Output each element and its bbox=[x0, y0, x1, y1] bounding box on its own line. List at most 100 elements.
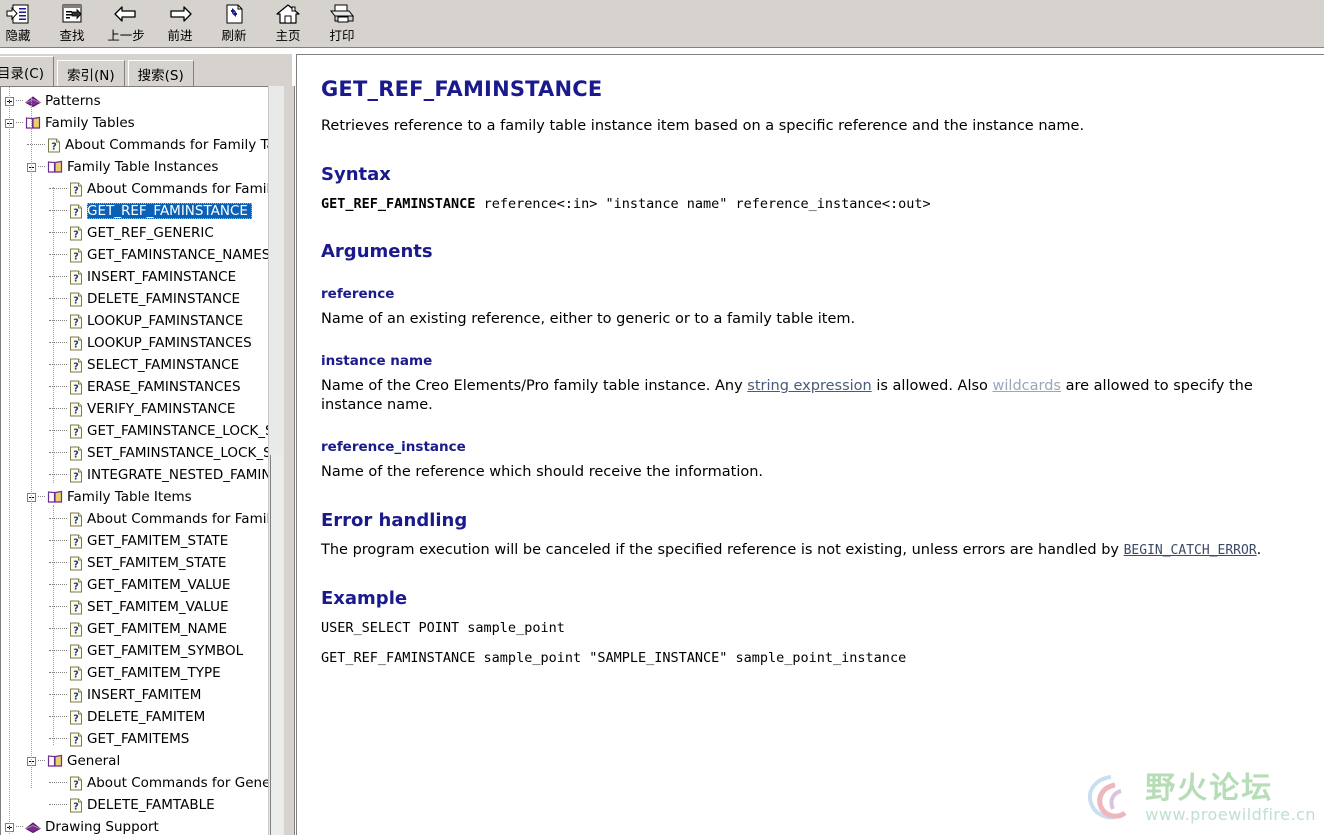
toolbar-label-find: 查找 bbox=[59, 28, 85, 43]
link-string-expression[interactable]: string expression bbox=[747, 378, 871, 394]
tree-item[interactable]: ? DELETE_FAMINSTANCE bbox=[1, 288, 268, 310]
tree-connector bbox=[49, 320, 67, 322]
topic-page-icon: ? bbox=[69, 424, 83, 439]
tree-item[interactable]: General bbox=[1, 750, 268, 772]
contents-tree[interactable]: Patterns Family Tables? About Commands for… bbox=[1, 87, 268, 835]
tree-item[interactable]: ? GET_FAMINSTANCE_LOCK_ST bbox=[1, 420, 268, 442]
toolbar-button-hide[interactable]: 隐藏 bbox=[0, 0, 45, 46]
argument-name-reference: reference bbox=[321, 286, 395, 302]
svg-text:?: ? bbox=[73, 779, 79, 790]
tree-item[interactable]: ? About Commands for Family bbox=[1, 178, 268, 200]
tree-item[interactable]: Drawing Support bbox=[1, 816, 268, 835]
topic-page-icon: ? bbox=[69, 226, 83, 241]
tree-connector bbox=[49, 562, 67, 564]
svg-text:?: ? bbox=[73, 229, 79, 240]
toolbar-button-print[interactable]: 打印 bbox=[315, 0, 369, 46]
tree-item[interactable]: ? GET_FAMITEM_STATE bbox=[1, 530, 268, 552]
tree-item[interactable]: ? About Commands for Genera bbox=[1, 772, 268, 794]
svg-text:?: ? bbox=[73, 361, 79, 372]
topic-page-icon: ? bbox=[69, 644, 83, 659]
home-icon bbox=[275, 2, 301, 26]
topic-page-icon: ? bbox=[47, 138, 61, 153]
svg-text:?: ? bbox=[73, 735, 79, 746]
tree-item[interactable]: ? GET_FAMINSTANCE_NAMES bbox=[1, 244, 268, 266]
tree-connector bbox=[49, 430, 67, 432]
tab-index[interactable]: 索引(N) bbox=[56, 60, 125, 86]
tree-item[interactable]: ? About Commands for Family bbox=[1, 508, 268, 530]
tree-connector bbox=[16, 100, 23, 102]
tree-item[interactable]: ? LOOKUP_FAMINSTANCE bbox=[1, 310, 268, 332]
svg-text:?: ? bbox=[73, 581, 79, 592]
svg-text:?: ? bbox=[73, 801, 79, 812]
section-heading-syntax: Syntax bbox=[321, 164, 391, 185]
tree-item[interactable]: ? GET_FAMITEM_NAME bbox=[1, 618, 268, 640]
topic-page-icon: ? bbox=[69, 600, 83, 615]
tree-item[interactable]: ? GET_FAMITEMS bbox=[1, 728, 268, 750]
tree-item[interactable]: ? GET_FAMITEM_TYPE bbox=[1, 662, 268, 684]
tab-contents[interactable]: 目录(C) bbox=[0, 56, 54, 86]
tree-item[interactable]: ? SET_FAMITEM_VALUE bbox=[1, 596, 268, 618]
topic-page-icon: ? bbox=[69, 534, 83, 549]
argument-name-reference-instance: reference_instance bbox=[321, 439, 466, 455]
toolbar-label-print: 打印 bbox=[329, 28, 355, 43]
tree-scrollbar-thumb[interactable] bbox=[270, 455, 283, 835]
hide-pane-icon bbox=[5, 2, 31, 26]
link-wildcards[interactable]: wildcards bbox=[993, 378, 1061, 394]
tree-item[interactable]: Family Tables bbox=[1, 112, 268, 134]
tree-vertical-scrollbar[interactable] bbox=[268, 86, 284, 835]
contents-tree-pane[interactable]: Patterns Family Tables? About Commands for… bbox=[0, 86, 268, 835]
tree-item-selected[interactable]: ? GET_REF_FAMINSTANCE bbox=[1, 200, 268, 222]
tree-connector bbox=[49, 474, 67, 476]
tree-item[interactable]: Patterns bbox=[1, 90, 268, 112]
tree-item[interactable]: ? INTEGRATE_NESTED_FAMINS bbox=[1, 464, 268, 486]
toolbar-label-forward: 前进 bbox=[167, 28, 193, 43]
svg-text:?: ? bbox=[73, 647, 79, 658]
tree-item-label: VERIFY_FAMINSTANCE bbox=[87, 401, 236, 417]
tree-item[interactable]: ? GET_FAMITEM_SYMBOL bbox=[1, 640, 268, 662]
toolbar-button-refresh[interactable]: 刷新 bbox=[207, 0, 261, 46]
help-viewer-window: 隐藏 查找 上一步 前进 刷新 主页 打印 目录(C) 索引(N) 搜索(S) … bbox=[0, 0, 1324, 835]
watermark-text: 野火论坛 www.proewildfire.cn bbox=[1145, 773, 1316, 825]
tree-item[interactable]: ? SET_FAMITEM_STATE bbox=[1, 552, 268, 574]
tree-item-label: GET_FAMITEM_SYMBOL bbox=[87, 643, 244, 659]
toolbar-button-forward[interactable]: 前进 bbox=[153, 0, 207, 46]
tree-item-label: INSERT_FAMITEM bbox=[87, 687, 202, 703]
tree-connector bbox=[49, 342, 67, 344]
toolbar-button-home[interactable]: 主页 bbox=[261, 0, 315, 46]
tree-connector bbox=[49, 364, 67, 366]
watermark-title: 野火论坛 bbox=[1145, 771, 1274, 806]
tree-item[interactable]: ? SELECT_FAMINSTANCE bbox=[1, 354, 268, 376]
example-line-2: GET_REF_FAMINSTANCE sample_point "SAMPLE… bbox=[321, 650, 907, 666]
tree-item[interactable]: ? GET_REF_GENERIC bbox=[1, 222, 268, 244]
tree-connector bbox=[49, 672, 67, 674]
topic-page-icon: ? bbox=[69, 622, 83, 637]
tree-connector bbox=[49, 540, 67, 542]
tree-item[interactable]: ? SET_FAMINSTANCE_LOCK_ST bbox=[1, 442, 268, 464]
tree-item[interactable]: ? DELETE_FAMTABLE bbox=[1, 794, 268, 816]
tree-item[interactable]: ? VERIFY_FAMINSTANCE bbox=[1, 398, 268, 420]
link-begin-catch-error[interactable]: BEGIN_CATCH_ERROR bbox=[1124, 543, 1257, 558]
tree-item[interactable]: ? About Commands for Family Tab bbox=[1, 134, 268, 156]
tree-connector bbox=[49, 232, 67, 234]
tab-search[interactable]: 搜索(S) bbox=[127, 60, 194, 86]
tree-item[interactable]: ? DELETE_FAMITEM bbox=[1, 706, 268, 728]
argument-desc-instance-name: Name of the Creo Elements/Pro family tab… bbox=[321, 377, 1300, 415]
topic-page-icon: ? bbox=[69, 248, 83, 263]
svg-text:?: ? bbox=[73, 691, 79, 702]
toolbar-button-back[interactable]: 上一步 bbox=[99, 0, 153, 46]
tree-item[interactable]: Family Table Instances bbox=[1, 156, 268, 178]
toolbar-button-find[interactable]: 查找 bbox=[45, 0, 99, 46]
tree-item-label: GET_REF_GENERIC bbox=[87, 225, 214, 241]
tree-connector bbox=[49, 386, 67, 388]
find-icon bbox=[59, 2, 85, 26]
tree-item-label: GET_FAMINSTANCE_NAMES bbox=[87, 247, 268, 263]
tree-item[interactable]: ? GET_FAMITEM_VALUE bbox=[1, 574, 268, 596]
tree-item[interactable]: ? INSERT_FAMINSTANCE bbox=[1, 266, 268, 288]
topic-page-icon: ? bbox=[69, 710, 83, 725]
tree-item[interactable]: ? ERASE_FAMINSTANCES bbox=[1, 376, 268, 398]
tree-connector bbox=[49, 716, 67, 718]
tree-item[interactable]: Family Table Items bbox=[1, 486, 268, 508]
tree-item[interactable]: ? INSERT_FAMITEM bbox=[1, 684, 268, 706]
topic-page-icon: ? bbox=[69, 446, 83, 461]
tree-item[interactable]: ? LOOKUP_FAMINSTANCES bbox=[1, 332, 268, 354]
